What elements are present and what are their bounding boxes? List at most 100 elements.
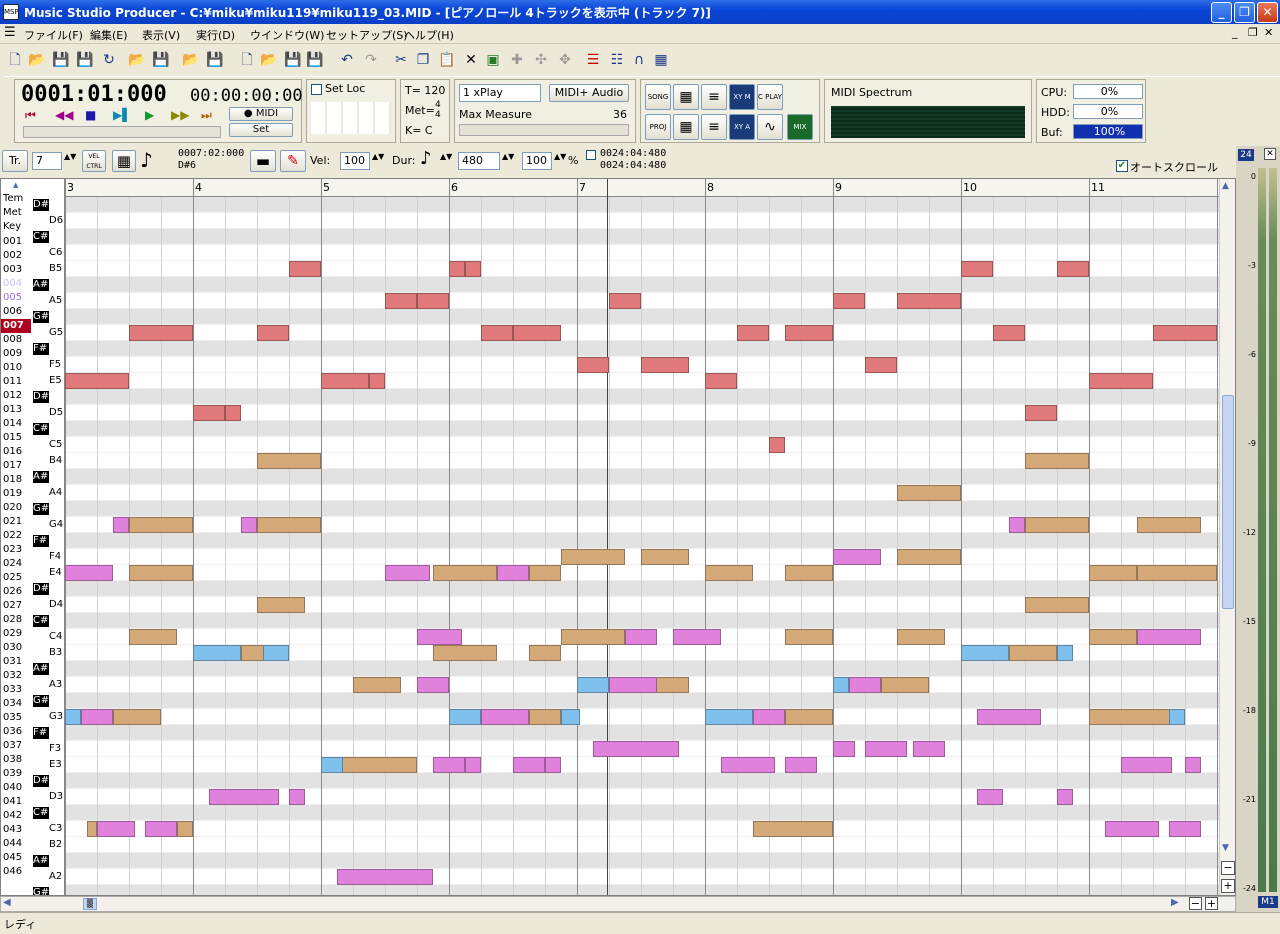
note[interactable] — [1089, 565, 1137, 581]
white-key-label[interactable]: G4 — [49, 519, 63, 530]
scroll-right-icon[interactable]: ▶ — [1171, 897, 1179, 908]
note[interactable] — [433, 645, 497, 661]
note[interactable] — [913, 741, 945, 757]
white-key-label[interactable]: C6 — [49, 247, 62, 258]
track-number[interactable]: 039 — [1, 767, 31, 781]
set-loc-checkbox[interactable] — [311, 84, 322, 95]
white-key-label[interactable]: B2 — [49, 839, 62, 850]
track-number[interactable]: 041 — [1, 795, 31, 809]
note[interactable] — [513, 757, 545, 773]
note[interactable] — [129, 325, 193, 341]
note[interactable] — [289, 261, 321, 277]
xy-m-button[interactable]: XY M — [729, 84, 755, 110]
note[interactable] — [785, 325, 833, 341]
pause-icon[interactable]: ▶▌ — [113, 108, 131, 122]
note[interactable] — [465, 757, 481, 773]
note[interactable] — [529, 645, 561, 661]
note[interactable] — [1137, 565, 1217, 581]
piano-view-icon[interactable]: ▬ — [250, 150, 276, 172]
note[interactable] — [417, 293, 449, 309]
note[interactable] — [865, 741, 907, 757]
track-number[interactable]: 032 — [1, 669, 31, 683]
open-project-icon[interactable]: 📂 — [128, 51, 146, 69]
track-number[interactable]: 044 — [1, 837, 31, 851]
scroll-down-icon[interactable]: ▼ — [1222, 843, 1229, 853]
black-key[interactable]: D# — [33, 199, 49, 211]
scroll-left-icon[interactable]: ◀ — [3, 897, 11, 908]
track-number[interactable]: 031 — [1, 655, 31, 669]
black-key[interactable]: G# — [33, 695, 49, 707]
black-key[interactable]: G# — [33, 503, 49, 515]
set-button[interactable]: Set — [229, 123, 293, 137]
white-key-label[interactable]: E5 — [49, 375, 62, 386]
clip-icon[interactable]: ▣ — [484, 51, 502, 69]
track-number[interactable]: 008 — [1, 333, 31, 347]
menu-file[interactable]: ファイル(F) — [24, 27, 83, 43]
white-key-label[interactable]: A4 — [49, 487, 62, 498]
save-as-icon[interactable]: 💾 — [76, 51, 94, 69]
note[interactable] — [1169, 709, 1185, 725]
zoom-in-icon[interactable]: + — [1221, 879, 1235, 893]
note[interactable] — [1009, 517, 1025, 533]
track-number[interactable]: 020 — [1, 501, 31, 515]
track-number[interactable]: 016 — [1, 445, 31, 459]
track-number[interactable]: 025 — [1, 571, 31, 585]
note[interactable] — [369, 373, 385, 389]
note[interactable] — [417, 629, 462, 645]
note[interactable] — [337, 757, 417, 773]
track-number[interactable]: 013 — [1, 403, 31, 417]
zoom-out-icon[interactable]: − — [1221, 861, 1235, 875]
white-key-label[interactable]: D6 — [49, 215, 63, 226]
track-number[interactable]: 012 — [1, 389, 31, 403]
note[interactable] — [1089, 629, 1137, 645]
note[interactable] — [721, 757, 776, 773]
close-button[interactable]: ✕ — [1257, 2, 1278, 23]
note-length-icon[interactable]: ♪ — [140, 148, 153, 172]
note[interactable] — [81, 709, 113, 725]
track-number[interactable]: 001 — [1, 235, 31, 249]
note[interactable] — [209, 789, 280, 805]
menu-setup[interactable]: セットアップ(S) — [326, 27, 408, 43]
note[interactable] — [753, 709, 785, 725]
track-number[interactable]: 033 — [1, 683, 31, 697]
black-key[interactable]: A# — [33, 663, 49, 675]
track-number[interactable]: 002 — [1, 249, 31, 263]
split-icon[interactable]: ✥ — [556, 51, 574, 69]
minimize-button[interactable]: _ — [1211, 2, 1232, 23]
note[interactable] — [257, 517, 321, 533]
white-key-label[interactable]: E3 — [49, 759, 62, 770]
note[interactable] — [641, 549, 689, 565]
note[interactable] — [449, 261, 465, 277]
delete-icon[interactable]: ✕ — [462, 51, 480, 69]
insert-icon[interactable]: ✚ — [508, 51, 526, 69]
gate-spin-icon[interactable]: ▲▼ — [554, 152, 566, 161]
note[interactable] — [353, 677, 401, 693]
track-number[interactable]: 006 — [1, 305, 31, 319]
note[interactable] — [625, 629, 657, 645]
track-number[interactable]: 011 — [1, 375, 31, 389]
note[interactable] — [641, 357, 689, 373]
white-key-label[interactable]: E4 — [49, 567, 62, 578]
note[interactable] — [769, 437, 785, 453]
white-key-label[interactable]: C4 — [49, 631, 62, 642]
note[interactable] — [561, 709, 581, 725]
note[interactable] — [529, 565, 561, 581]
note[interactable] — [609, 677, 657, 693]
track-number[interactable]: 040 — [1, 781, 31, 795]
note[interactable] — [961, 261, 993, 277]
key-scroll-up-icon[interactable]: ▲ — [13, 181, 18, 189]
pencil-tool-icon[interactable]: ✎ — [280, 150, 306, 172]
save-song-icon[interactable]: 💾 — [206, 51, 224, 69]
track-number-field[interactable]: 7 — [32, 152, 62, 170]
open-wave-icon[interactable]: 📂 — [260, 51, 278, 69]
track-number[interactable]: 022 — [1, 529, 31, 543]
note[interactable] — [561, 629, 625, 645]
c-play-button[interactable]: C PLAY — [757, 84, 783, 110]
white-key-label[interactable]: F5 — [49, 359, 61, 370]
track-number[interactable]: 017 — [1, 459, 31, 473]
note[interactable] — [1137, 517, 1201, 533]
note[interactable] — [433, 757, 465, 773]
note[interactable] — [705, 709, 753, 725]
white-key-label[interactable]: F3 — [49, 743, 61, 754]
note[interactable] — [65, 565, 113, 581]
